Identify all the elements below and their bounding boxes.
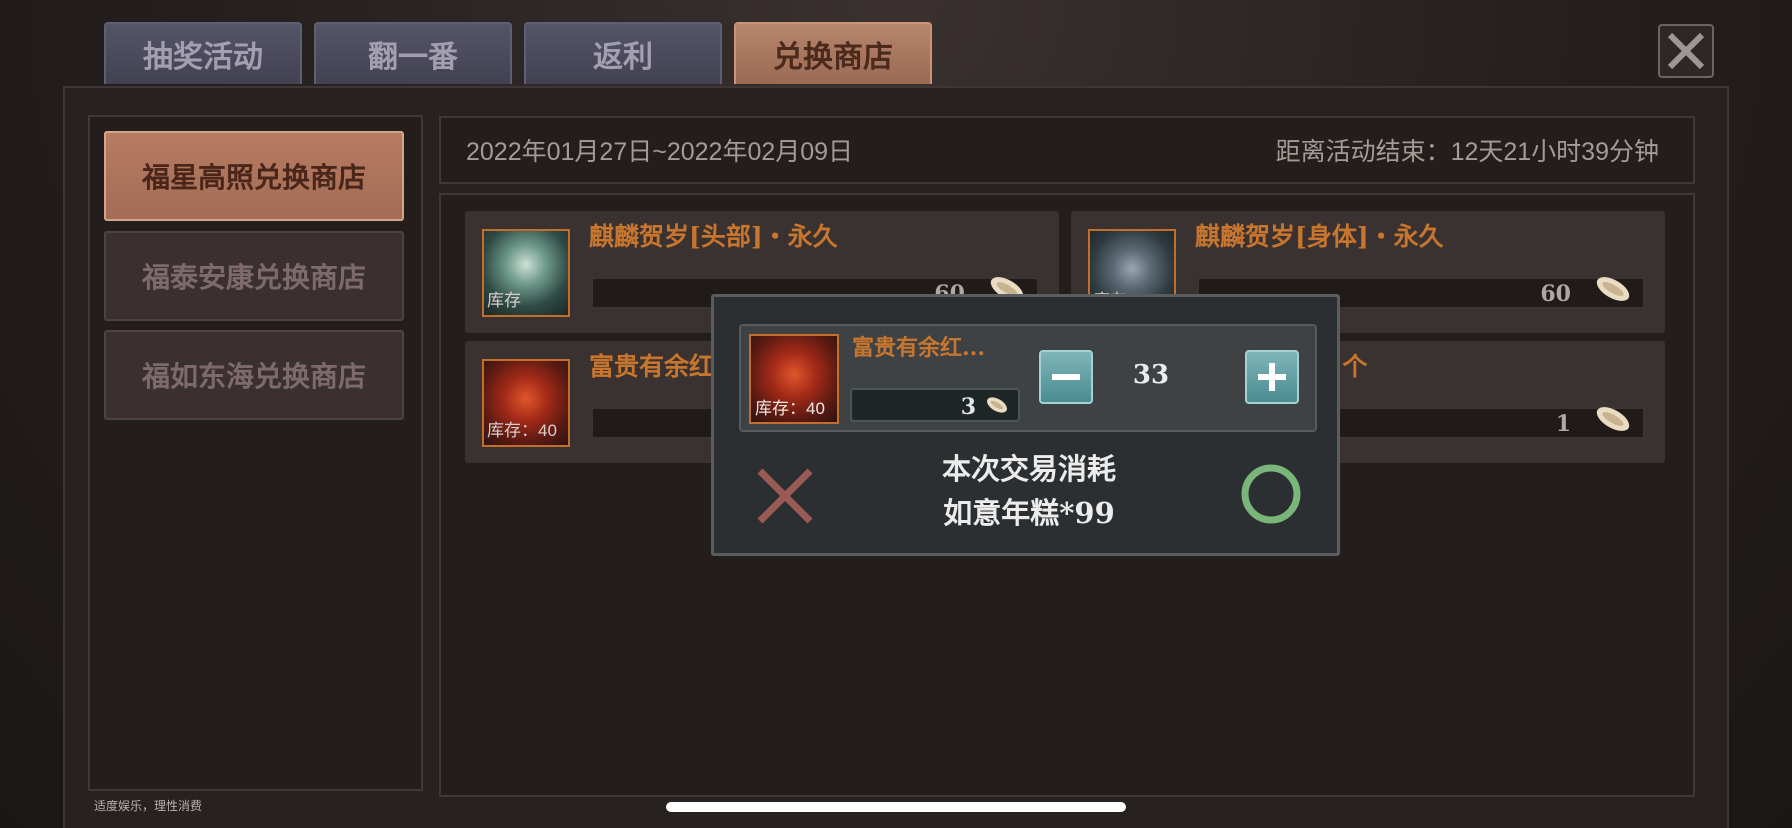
circle-confirm-icon <box>1241 464 1301 524</box>
cross-icon <box>757 468 813 524</box>
item-thumbnail: 库存 <box>482 229 570 317</box>
dialog-item-thumbnail: 库存：40 <box>749 334 839 424</box>
tab-exchange-shop[interactable]: 兑换商店 <box>734 22 932 84</box>
dialog-item-stock: 库存：40 <box>755 399 825 418</box>
transaction-cost: 本次交易消耗 如意年糕*99 <box>864 447 1194 535</box>
cancel-button[interactable] <box>752 463 818 529</box>
item-stock: 库存 <box>487 291 521 310</box>
shop-list: 福星高照兑换商店 福泰安康兑换商店 福如东海兑换商店 <box>88 115 423 791</box>
tab-double[interactable]: 翻一番 <box>314 22 512 84</box>
dialog-unit-price-value: 3 <box>960 394 976 420</box>
minus-icon <box>1052 374 1080 380</box>
quantity-value: 33 <box>1132 360 1170 390</box>
cost-amount: 如意年糕*99 <box>943 496 1115 530</box>
increase-quantity-button[interactable] <box>1245 350 1299 404</box>
shop-item-furu[interactable]: 福如东海兑换商店 <box>104 330 404 420</box>
rice-cake-icon <box>987 397 1007 413</box>
home-indicator[interactable] <box>666 802 1126 812</box>
cost-title: 本次交易消耗 <box>941 452 1116 486</box>
decrease-quantity-button[interactable] <box>1039 350 1093 404</box>
footer-note: 适度娱乐，理性消费 <box>94 799 203 813</box>
rice-cake-icon <box>1596 277 1630 301</box>
item-stock: 库存：40 <box>487 421 557 440</box>
shop-item-futai[interactable]: 福泰安康兑换商店 <box>104 231 404 321</box>
dialog-unit-price: 3 <box>850 388 1020 422</box>
dialog-item-row: 库存：40 富贵有余红... 3 33 <box>739 324 1317 432</box>
rice-cake-icon <box>1596 407 1630 431</box>
item-name: 麒麟贺岁[身体]・永久 <box>1195 222 1444 251</box>
item-name: 富贵有余红 <box>589 352 715 381</box>
item-price: 1 <box>1555 411 1571 437</box>
dialog-item-name: 富贵有余红... <box>852 335 985 361</box>
item-price: 60 <box>1540 281 1571 307</box>
plus-icon <box>1258 363 1286 391</box>
purchase-dialog: 库存：40 富贵有余红... 3 33 本次交易消耗 如意年糕*99 <box>711 294 1340 556</box>
item-thumbnail: 库存：40 <box>482 359 570 447</box>
shop-item-fuxing[interactable]: 福星高照兑换商店 <box>104 131 404 221</box>
event-date-range: 2022年01月27日~2022年02月09日 <box>466 138 854 166</box>
tab-rebate[interactable]: 返利 <box>524 22 722 84</box>
confirm-button[interactable] <box>1238 461 1304 527</box>
item-name: 麒麟贺岁[头部]・永久 <box>589 222 838 251</box>
tab-lottery[interactable]: 抽奖活动 <box>104 22 302 84</box>
event-info-bar: 2022年01月27日~2022年02月09日 距离活动结束：12天21小时39… <box>439 116 1695 184</box>
close-icon <box>1667 32 1705 70</box>
close-button[interactable] <box>1658 24 1714 78</box>
event-countdown: 距离活动结束：12天21小时39分钟 <box>1275 138 1659 166</box>
